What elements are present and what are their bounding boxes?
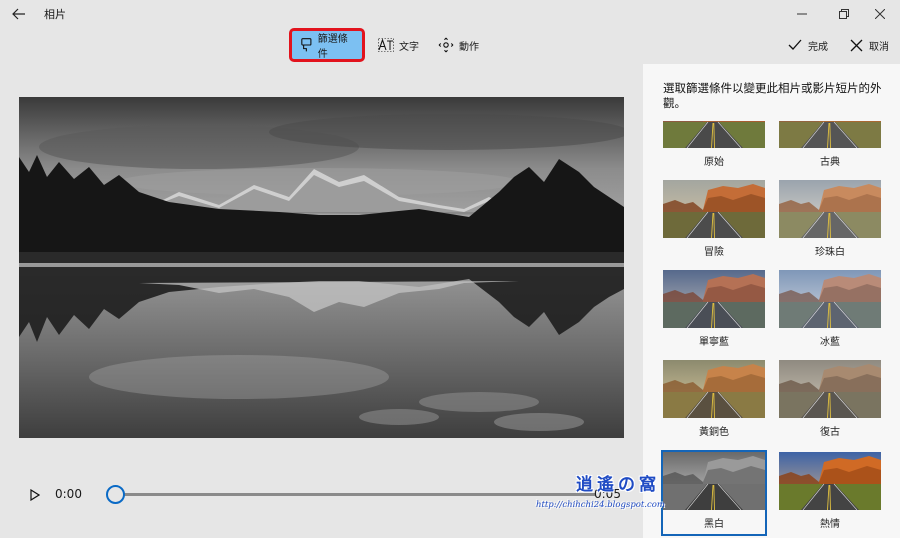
filter-thumbnail [663, 360, 765, 418]
filter-option-adventure[interactable]: 冒險 [663, 180, 765, 260]
filter-label: 冒險 [704, 247, 724, 258]
motion-tool-button[interactable]: 動作 [430, 28, 487, 62]
filter-thumbnail [663, 270, 765, 328]
panel-description: 選取篩選條件以變更此相片或影片短片的外觀。 [663, 81, 882, 110]
filter-thumbnail-image [779, 121, 881, 148]
filter-thumbnail-image [779, 360, 881, 418]
filter-option-classic[interactable]: 古典 [779, 121, 881, 170]
photo-preview [19, 97, 624, 438]
minimize-icon [797, 13, 807, 15]
filter-option-pearl[interactable]: 珍珠白 [779, 180, 881, 260]
filter-thumbnail [779, 452, 881, 510]
filter-thumbnail [663, 180, 765, 238]
watermark-url: http://chihchi24.blogspot.com [536, 500, 665, 510]
back-button[interactable] [8, 3, 30, 25]
filter-thumbnail [779, 270, 881, 328]
watermark-logo: 逍遙の窩 [576, 475, 660, 495]
watermark: 逍遙の窩 http://chihchi24.blogspot.com [536, 470, 686, 514]
filter-label: 復古 [820, 427, 840, 438]
play-button[interactable] [26, 486, 44, 504]
play-icon [30, 489, 40, 501]
done-label: 完成 [808, 41, 828, 53]
restore-button[interactable] [824, 0, 864, 28]
filter-thumbnail [779, 180, 881, 238]
restore-icon [839, 9, 849, 19]
filter-thumbnail-image [663, 270, 765, 328]
cancel-label: 取消 [869, 41, 889, 53]
done-button[interactable]: 完成 [788, 34, 828, 56]
text-tool-label: 文字 [399, 41, 419, 53]
filters-tool-button[interactable]: 篩選條件 [289, 28, 365, 62]
filter-label: 古典 [820, 157, 840, 168]
checkmark-icon [788, 39, 802, 50]
title-bar: 相片 [0, 0, 900, 30]
filter-thumbnail [663, 121, 765, 148]
filter-option-ice[interactable]: 冰藍 [779, 270, 881, 350]
filter-option-denim[interactable]: 單寧藍 [663, 270, 765, 350]
filter-thumbnail-image [663, 121, 765, 148]
filter-thumbnail [779, 360, 881, 418]
filter-option-original[interactable]: 原始 [663, 121, 765, 170]
landscape-image [19, 97, 624, 438]
close-icon [875, 9, 885, 19]
filter-thumbnail-image [779, 270, 881, 328]
text-tool-button[interactable]: 文字 [370, 28, 427, 62]
filter-thumbnail-image [779, 180, 881, 238]
app-title: 相片 [44, 8, 66, 21]
filter-label: 原始 [704, 157, 724, 168]
motion-icon [438, 37, 454, 53]
filter-thumbnail [779, 121, 881, 148]
seek-bar[interactable] [115, 493, 595, 496]
filter-thumbnail-image [663, 360, 765, 418]
filter-label: 黃銅色 [699, 427, 729, 438]
current-time: 0:00 [55, 487, 82, 501]
filter-label: 珍珠白 [815, 247, 845, 258]
filter-option-brass[interactable]: 黃銅色 [663, 360, 765, 440]
back-arrow-icon [12, 8, 25, 20]
cancel-button[interactable]: 取消 [850, 34, 889, 56]
filter-label: 熱情 [820, 519, 840, 530]
minimize-button[interactable] [782, 0, 822, 28]
filter-label: 冰藍 [820, 337, 840, 348]
close-window-button[interactable] [860, 0, 900, 28]
motion-tool-label: 動作 [459, 41, 479, 53]
text-icon [378, 38, 394, 52]
brush-icon [301, 38, 312, 52]
filter-label: 黑白 [704, 519, 724, 530]
filters-tool-label: 篩選條件 [317, 34, 348, 60]
filter-option-passion[interactable]: 熱情 [779, 452, 881, 532]
filter-label: 單寧藍 [699, 337, 729, 348]
filter-panel: 選取篩選條件以變更此相片或影片短片的外觀。 原始 古典 冒險 珍珠白 單寧藍 冰… [643, 64, 900, 538]
filter-thumbnail-image [779, 452, 881, 510]
seek-handle[interactable] [106, 485, 125, 504]
cancel-x-icon [850, 39, 863, 51]
filter-thumbnail-image [663, 180, 765, 238]
filter-option-retro[interactable]: 復古 [779, 360, 881, 440]
